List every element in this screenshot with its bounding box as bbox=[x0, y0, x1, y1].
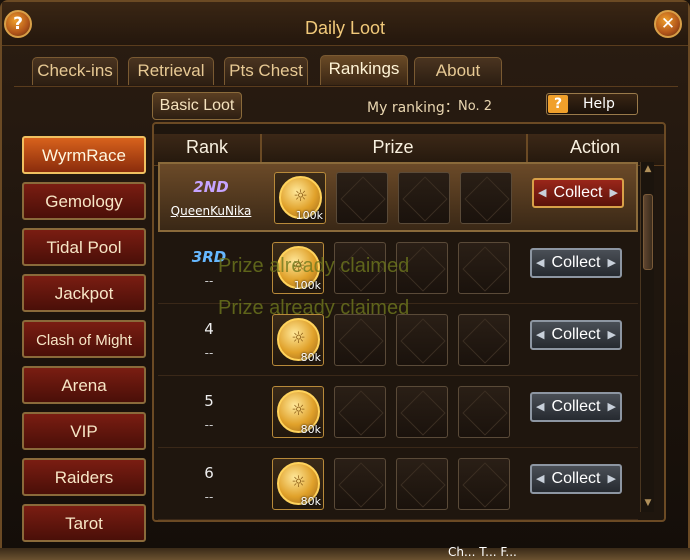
empty-prize-slot bbox=[336, 172, 388, 224]
empty-prize-slot bbox=[458, 314, 510, 366]
question-icon: ? bbox=[548, 95, 568, 113]
prize-amount: 80k bbox=[300, 351, 321, 364]
rank-value: 4 bbox=[204, 320, 214, 338]
collect-button[interactable]: ◀ Collect ▶ bbox=[530, 248, 622, 278]
prize-amount: 100k bbox=[295, 209, 323, 222]
prize-slot[interactable]: ☼ 100k bbox=[274, 172, 326, 224]
sidebar-item-raiders[interactable]: Raiders bbox=[22, 458, 146, 496]
sidebar-item-clash-of-might[interactable]: Clash of Might bbox=[22, 320, 146, 358]
tab-pts-chest[interactable]: Pts Chest bbox=[224, 57, 308, 85]
prize-amount: 80k bbox=[300, 495, 321, 508]
player-name-link[interactable]: QueenKuNika bbox=[160, 204, 262, 218]
rankings-table: Rank Prize Action 2ND QueenKuNika ☼ 100k… bbox=[152, 122, 666, 522]
titlebar: ? Daily Loot ✕ bbox=[2, 2, 688, 46]
empty-prize-slot bbox=[458, 386, 510, 438]
left-arrow-icon: ◀ bbox=[538, 187, 547, 199]
scroll-up-icon[interactable]: ▲ bbox=[642, 164, 654, 176]
collect-button[interactable]: ◀ Collect ▶ bbox=[530, 464, 622, 494]
empty-prize-slot bbox=[458, 458, 510, 510]
rank-value: 2ND bbox=[193, 178, 229, 196]
collect-button[interactable]: ◀ Collect ▶ bbox=[532, 178, 624, 208]
scroll-down-icon[interactable]: ▼ bbox=[642, 498, 654, 510]
empty-prize-slot bbox=[398, 172, 450, 224]
prize-slot[interactable]: ☼ 80k bbox=[272, 458, 324, 510]
help-label: Help bbox=[583, 96, 615, 112]
prize-slot[interactable]: ☼ 80k bbox=[272, 386, 324, 438]
empty-prize-slot bbox=[396, 458, 448, 510]
rank-value: 6 bbox=[204, 464, 214, 482]
rank-value: 5 bbox=[204, 392, 214, 410]
collect-button[interactable]: ◀ Collect ▶ bbox=[530, 392, 622, 422]
player-name: -- bbox=[204, 346, 214, 360]
close-icon[interactable]: ✕ bbox=[654, 10, 682, 38]
prize-amount: 100k bbox=[293, 279, 321, 292]
collect-button[interactable]: ◀ Collect ▶ bbox=[530, 320, 622, 350]
window-title: Daily Loot bbox=[304, 18, 386, 38]
tab-rankings[interactable]: Rankings bbox=[320, 55, 408, 85]
table-row: 6 -- ☼ 80k ◀ Collect ▶ bbox=[158, 450, 638, 520]
prize-slot[interactable]: ☼ 80k bbox=[272, 314, 324, 366]
empty-prize-slot bbox=[334, 458, 386, 510]
bottom-strip: Ch... T... F... bbox=[0, 545, 690, 560]
left-arrow-icon: ◀ bbox=[536, 401, 545, 413]
right-arrow-icon: ▶ bbox=[607, 329, 616, 341]
header-action: Action bbox=[569, 137, 621, 157]
empty-prize-slot bbox=[396, 386, 448, 438]
sidebar-item-tarot[interactable]: Tarot bbox=[22, 504, 146, 542]
my-ranking-label: My ranking： bbox=[367, 100, 459, 116]
sidebar-item-jackpot[interactable]: Jackpot bbox=[22, 274, 146, 312]
tab-about[interactable]: About bbox=[414, 57, 502, 85]
table-row: 5 -- ☼ 80k ◀ Collect ▶ bbox=[158, 378, 638, 448]
right-arrow-icon: ▶ bbox=[609, 187, 618, 199]
tab-retrieval[interactable]: Retrieval bbox=[128, 57, 214, 85]
prize-amount: 80k bbox=[300, 423, 321, 436]
left-arrow-icon: ◀ bbox=[536, 329, 545, 341]
empty-prize-slot bbox=[460, 172, 512, 224]
subtab-basic-loot[interactable]: Basic Loot bbox=[152, 92, 242, 120]
sidebar-item-vip[interactable]: VIP bbox=[22, 412, 146, 450]
sidebar-item-arena[interactable]: Arena bbox=[22, 366, 146, 404]
help-button[interactable]: ? Help bbox=[546, 93, 638, 115]
left-arrow-icon: ◀ bbox=[536, 257, 545, 269]
right-arrow-icon: ▶ bbox=[607, 257, 616, 269]
left-arrow-icon: ◀ bbox=[536, 473, 545, 485]
bottom-text: Ch... T... F... bbox=[448, 545, 517, 559]
header-prize: Prize bbox=[372, 137, 414, 157]
sidebar-item-wyrmrace[interactable]: WyrmRace bbox=[22, 136, 146, 174]
prize-claimed-message: Prize already claimed bbox=[218, 297, 410, 319]
header-rank: Rank bbox=[185, 137, 229, 157]
scrollbar[interactable]: ▲ ▼ bbox=[640, 162, 654, 512]
empty-prize-slot bbox=[334, 386, 386, 438]
right-arrow-icon: ▶ bbox=[607, 473, 616, 485]
player-name: -- bbox=[204, 490, 214, 504]
empty-prize-slot bbox=[396, 314, 448, 366]
empty-prize-slot bbox=[458, 242, 510, 294]
sidebar-item-tidal-pool[interactable]: Tidal Pool bbox=[22, 228, 146, 266]
empty-prize-slot bbox=[334, 314, 386, 366]
right-arrow-icon: ▶ bbox=[607, 401, 616, 413]
my-ranking-value: No. 2 bbox=[458, 99, 492, 114]
table-row: 2ND QueenKuNika ☼ 100k ◀ Collect ▶ bbox=[158, 162, 638, 232]
sidebar-item-gemology[interactable]: Gemology bbox=[22, 182, 146, 220]
tab-check-ins[interactable]: Check-ins bbox=[32, 57, 118, 85]
prize-claimed-message: Prize already claimed bbox=[218, 255, 410, 277]
scroll-thumb[interactable] bbox=[643, 194, 653, 270]
player-name: -- bbox=[204, 418, 214, 432]
